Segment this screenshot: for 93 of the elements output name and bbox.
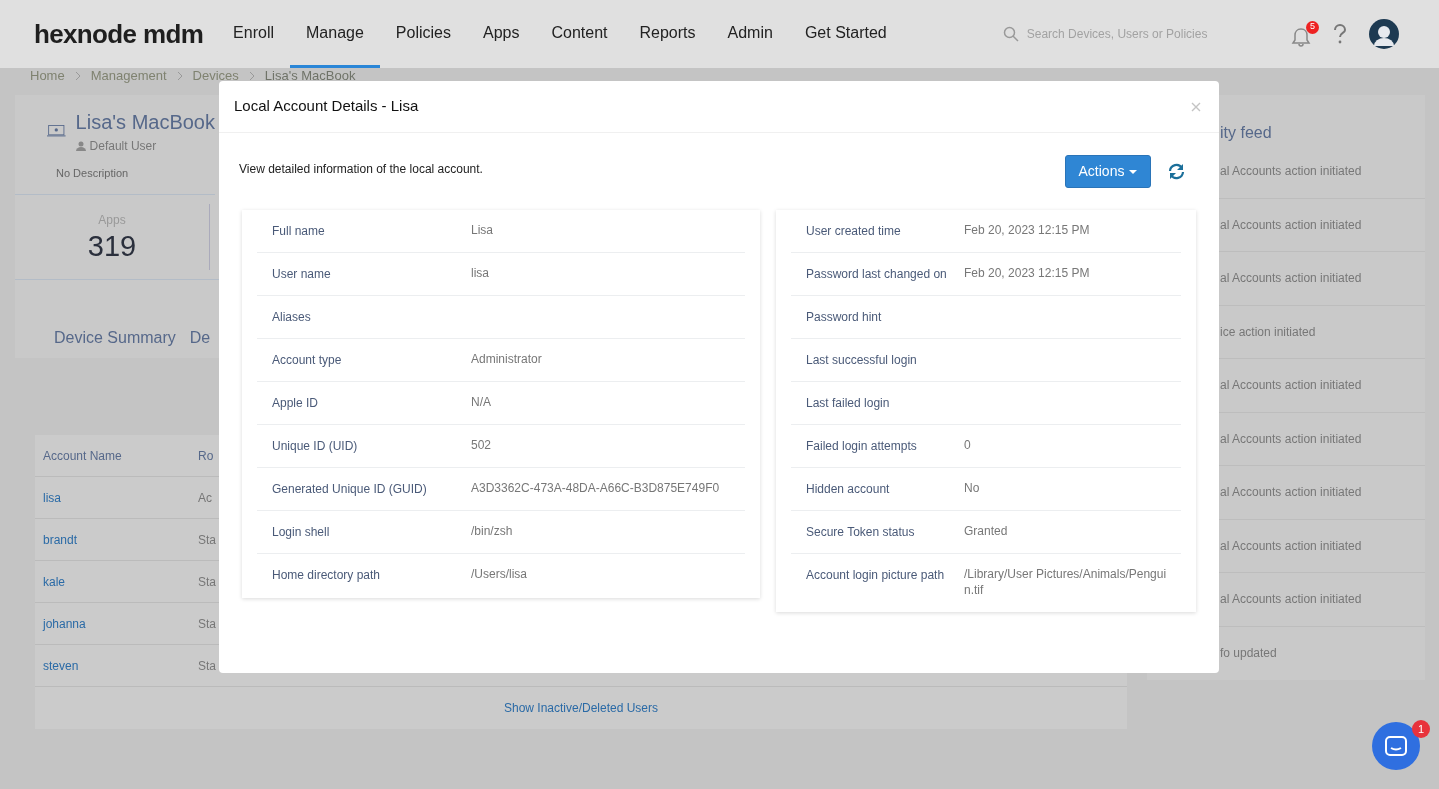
breadcrumb-link[interactable]: Lisa's MacBook xyxy=(264,65,356,86)
bell-icon xyxy=(1290,25,1312,48)
field-value: N/A xyxy=(471,394,492,410)
feed-item: al Accounts action initiated xyxy=(1220,378,1362,393)
breadcrumb-link[interactable]: Home xyxy=(30,65,65,86)
actions-button[interactable]: Actions xyxy=(1065,155,1151,188)
feed-title: ity feed xyxy=(1220,123,1272,144)
feed-item: al Accounts action initiated xyxy=(1220,538,1362,553)
field-label: Password hint xyxy=(805,309,883,326)
feed-item: al Accounts action initiated xyxy=(1220,431,1362,446)
feed-item: fo updated xyxy=(1220,645,1277,660)
field-value: Feb 20, 2023 12:15 PM xyxy=(964,265,1091,281)
nav-tab[interactable]: Apps xyxy=(467,0,536,68)
field-label: User name xyxy=(271,266,332,283)
field-value: No xyxy=(964,480,981,496)
field-value: /Users/lisa xyxy=(471,566,528,582)
feed-item: al Accounts action initiated xyxy=(1220,592,1362,607)
account-link[interactable]: steven xyxy=(35,656,190,675)
field-label: Account login picture path xyxy=(805,567,946,584)
field-value: lisa xyxy=(471,265,490,281)
field-value: 502 xyxy=(471,437,493,453)
stat-value: 319 xyxy=(87,229,137,263)
table-cell-text: Sta xyxy=(197,573,216,591)
refresh-icon[interactable] xyxy=(1168,163,1185,180)
field-value: Lisa xyxy=(471,222,494,238)
search-icon xyxy=(1002,26,1019,42)
table-cell-text: Sta xyxy=(197,657,216,675)
field-label: Home directory path xyxy=(271,567,382,584)
account-link[interactable]: johanna xyxy=(35,614,190,633)
chevron-right-icon xyxy=(74,70,81,81)
caret-icon xyxy=(1129,169,1138,174)
feed-item: al Accounts action initiated xyxy=(1220,485,1362,500)
account-link[interactable]: kale xyxy=(35,572,190,591)
field-label: Secure Token status xyxy=(805,524,916,541)
feed-item: al Accounts action initiated xyxy=(1220,271,1362,286)
field-label: Generated Unique ID (GUID) xyxy=(271,481,428,498)
feed-item: al Accounts action initiated xyxy=(1220,217,1362,232)
notifications-button[interactable]: 5 xyxy=(1290,20,1319,48)
nav-tab[interactable]: Get Started xyxy=(788,0,903,68)
field-value: 0 xyxy=(964,437,972,453)
nav-tab[interactable]: Reports xyxy=(623,0,712,68)
field-value: /Library/User Pictures/Animals/Penguin.tif xyxy=(964,566,1168,598)
field-value: Granted xyxy=(964,523,1009,539)
chat-button[interactable] xyxy=(1372,722,1420,770)
field-label: User created time xyxy=(805,223,902,240)
modal-description: View detailed information of the local account. xyxy=(239,160,483,178)
device-user: Default User xyxy=(89,138,157,156)
field-label: Account type xyxy=(271,352,343,369)
field-value: A3D3362C-473A-48DA-A66C-B3D875E749F0 xyxy=(471,480,721,496)
search-field[interactable]: Search Devices, Users or Policies xyxy=(1002,25,1263,43)
field-label: Last successful login xyxy=(805,352,918,369)
breadcrumb-link[interactable]: Management xyxy=(90,65,167,86)
nav-tab[interactable]: Content xyxy=(535,0,624,68)
modal-title: Local Account Details - Lisa xyxy=(234,96,419,117)
nav-tab[interactable]: Policies xyxy=(379,0,467,68)
device-description: No Description xyxy=(56,166,130,182)
field-value: /bin/zsh xyxy=(471,523,514,539)
table-cell-text: Sta xyxy=(197,615,216,633)
field-label: Last failed login xyxy=(805,395,891,412)
feed-item: ice action initiated xyxy=(1220,324,1316,339)
field-label: Password last changed on xyxy=(805,266,948,283)
column-header: Account Name xyxy=(42,447,123,465)
account-link[interactable]: brandt xyxy=(35,530,190,549)
chat-icon xyxy=(1385,736,1407,756)
logo[interactable]: hexnode mdm xyxy=(34,14,204,54)
field-label: Apple ID xyxy=(271,395,320,412)
column-header: Ro xyxy=(197,447,214,465)
device-name: Lisa's MacBook xyxy=(75,110,215,136)
field-value: Feb 20, 2023 12:15 PM xyxy=(964,222,1091,238)
nav-tab[interactable]: Manage xyxy=(290,0,380,68)
field-label: Unique ID (UID) xyxy=(271,438,359,455)
table-cell-text: Sta xyxy=(197,531,216,549)
nav-tab[interactable]: Enroll xyxy=(217,0,290,68)
table-cell-text: Ac xyxy=(197,489,212,507)
feed-item: al Accounts action initiated xyxy=(1220,164,1362,179)
field-value: Administrator xyxy=(471,351,543,367)
chevron-right-icon xyxy=(176,70,183,81)
user-icon xyxy=(75,141,86,152)
field-label: Login shell xyxy=(271,524,331,541)
avatar[interactable] xyxy=(1369,19,1399,49)
field-label: Full name xyxy=(271,223,326,240)
field-label: Hidden account xyxy=(805,481,891,498)
notification-badge: 5 xyxy=(1306,20,1319,34)
help-icon[interactable] xyxy=(1333,24,1347,44)
field-label: Aliases xyxy=(271,309,312,326)
section-tab[interactable]: Device Summary xyxy=(54,326,176,350)
chevron-right-icon xyxy=(248,70,255,81)
section-tab[interactable]: De xyxy=(189,326,211,350)
nav-tab[interactable]: Admin xyxy=(711,0,789,68)
breadcrumb-link[interactable]: Devices xyxy=(192,65,239,86)
chat-badge: 1 xyxy=(1412,720,1430,738)
field-label: Failed login attempts xyxy=(805,438,918,455)
account-link[interactable]: lisa xyxy=(35,488,190,507)
